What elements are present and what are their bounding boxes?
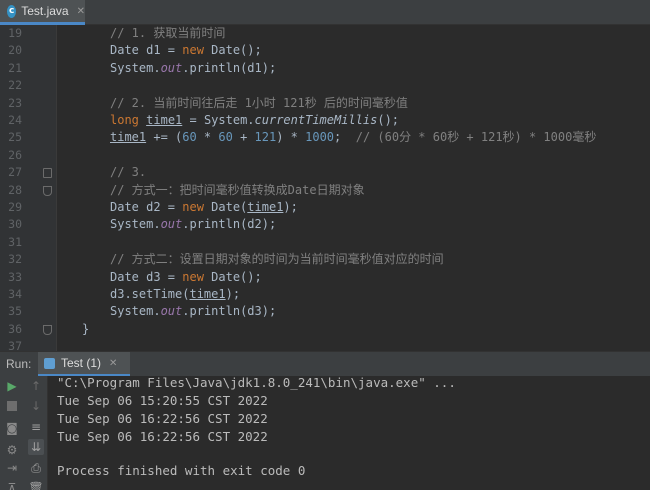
console-output[interactable]: "C:\Program Files\Java\jdk1.8.0_241\bin\… (48, 375, 650, 490)
code-text: d3.setTime(time1); (110, 287, 241, 301)
console-line: "C:\Program Files\Java\jdk1.8.0_241\bin\… (57, 375, 456, 390)
code-line[interactable]: 22 (0, 77, 650, 95)
line-number: 30 (8, 217, 22, 232)
code-line[interactable]: 29 Date d2 = new Date(time1); (0, 199, 650, 217)
code-line[interactable]: 25 time1 += (60 * 60 + 121) * 1000; // (6… (0, 129, 650, 147)
stop-icon[interactable] (4, 398, 20, 414)
scroll-to-end-icon[interactable]: ⇊ (28, 439, 44, 455)
line-number: 33 (8, 269, 22, 284)
code-line[interactable]: 24 long time1 = System.currentTimeMillis(… (0, 112, 650, 130)
code-text: // 2. 当前时间往后走 1小时 121秒 后的时间毫秒值 (110, 95, 408, 110)
console-line: Tue Sep 06 16:22:56 CST 2022 (57, 429, 268, 444)
code-text: // 3. (110, 165, 147, 180)
fold-marker-icon[interactable] (43, 185, 52, 196)
code-text: time1 += (60 * 60 + 121) * 1000; // (60分… (110, 130, 597, 145)
code-line[interactable]: 26 (0, 147, 650, 165)
login-icon[interactable]: ⇥ (4, 460, 20, 476)
console-line: Tue Sep 06 15:20:55 CST 2022 (57, 393, 268, 408)
run-label: Run: (6, 357, 32, 371)
code-text: // 方式一：把时间毫秒值转换成Date日期对象 (110, 182, 365, 197)
code-text: System.out.println(d2); (110, 217, 277, 232)
line-number: 32 (8, 252, 22, 267)
console-line: Process finished with exit code 0 (57, 463, 306, 478)
fold-marker-icon[interactable] (43, 324, 52, 335)
line-number: 34 (8, 287, 22, 301)
code-line[interactable]: 19 // 1. 获取当前时间 (0, 25, 650, 43)
code-line[interactable]: 21 System.out.println(d1); (0, 60, 650, 78)
run-config-icon (44, 357, 55, 369)
code-text: Date d2 = new Date(time1); (110, 200, 298, 214)
line-number: 23 (8, 95, 22, 110)
run-toolbar-primary: ▶ ◙ ⚙ ⇥ ⊼ (0, 376, 24, 490)
line-number: 27 (8, 165, 22, 180)
settings-icon[interactable]: ⚙ (4, 442, 20, 458)
code-line[interactable]: 30 System.out.println(d2); (0, 216, 650, 234)
line-number: 29 (8, 200, 22, 214)
code-editor[interactable]: 19 // 1. 获取当前时间 20 Date d1 = new Date(); 21 S… (0, 25, 650, 353)
code-line[interactable]: 23 // 2. 当前时间往后走 1小时 121秒 后的时间毫秒值 (0, 95, 650, 113)
run-tab-label: Test (1) (61, 356, 102, 370)
line-number: 24 (8, 113, 22, 127)
code-line[interactable]: 35 System.out.println(d3); (0, 303, 650, 321)
line-number: 19 (8, 26, 22, 40)
code-text: // 方式二：设置日期对象的时间为当前时间毫秒值对应的时间 (110, 252, 444, 267)
print-icon[interactable]: ⎙ (28, 460, 44, 476)
line-number: 26 (8, 147, 22, 162)
editor-tab-bar: c Test.java ✕ (0, 0, 650, 25)
line-number: 21 (8, 60, 22, 75)
tab-label: Test.java (21, 4, 69, 18)
soft-wrap-icon[interactable]: ≡ (28, 419, 44, 435)
code-line[interactable]: 33 Date d3 = new Date(); (0, 269, 650, 287)
code-text: long time1 = System.currentTimeMillis(); (110, 113, 400, 127)
line-number: 25 (8, 130, 22, 145)
code-line[interactable]: 31 (0, 234, 650, 252)
down-arrow-icon[interactable]: ↓ (28, 398, 44, 414)
code-text: System.out.println(d1); (110, 60, 277, 75)
code-text: // 1. 获取当前时间 (110, 26, 226, 40)
camera-icon[interactable]: ◙ (4, 420, 20, 436)
line-number: 28 (8, 182, 22, 197)
run-panel-header: Run: Test (1) ✕ (0, 351, 650, 377)
code-text: System.out.println(d3); (110, 304, 277, 319)
rerun-icon[interactable]: ▶ (4, 378, 20, 394)
line-number: 35 (8, 304, 22, 319)
code-line[interactable]: 28 // 方式一：把时间毫秒值转换成Date日期对象 (0, 182, 650, 200)
code-line[interactable]: 32 // 方式二：设置日期对象的时间为当前时间毫秒值对应的时间 (0, 251, 650, 269)
code-line[interactable]: 34 d3.setTime(time1); (0, 286, 650, 304)
tab-test-java[interactable]: c Test.java ✕ (0, 0, 85, 25)
pin-icon[interactable]: ⊼ (4, 480, 20, 490)
run-toolbar-secondary: ↑ ↓ ≡ ⇊ ⎙ 🗑 (24, 376, 48, 490)
fold-marker-icon[interactable] (43, 168, 52, 179)
code-line[interactable]: 36} (0, 321, 650, 339)
trash-icon[interactable]: 🗑 (28, 480, 44, 490)
line-number: 22 (8, 78, 22, 93)
console-line: Tue Sep 06 16:22:56 CST 2022 (57, 411, 268, 426)
code-text: Date d1 = new Date(); (110, 43, 262, 58)
java-class-icon: c (7, 4, 17, 18)
code-line[interactable]: 20 Date d1 = new Date(); (0, 42, 650, 60)
up-arrow-icon[interactable]: ↑ (28, 378, 44, 394)
code-text: Date d3 = new Date(); (110, 269, 262, 284)
line-number: 36 (8, 321, 22, 336)
line-number: 31 (8, 234, 22, 249)
close-icon[interactable]: ✕ (77, 6, 85, 17)
line-number: 20 (8, 43, 22, 58)
code-text: } (82, 321, 90, 336)
close-icon[interactable]: ✕ (109, 358, 117, 369)
code-line[interactable]: 27 // 3. (0, 164, 650, 182)
